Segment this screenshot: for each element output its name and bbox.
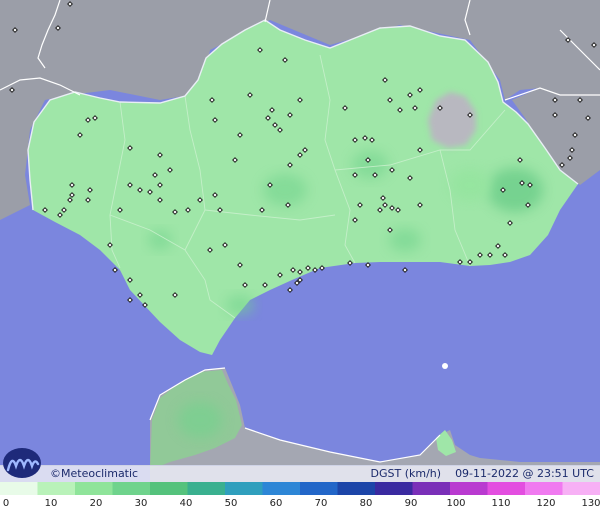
meteoclimatic-logo [3, 448, 41, 478]
legend-swatch [375, 482, 414, 495]
legend-swatch [487, 482, 526, 495]
legend-swatch [37, 482, 76, 495]
legend-tick: 40 [179, 498, 193, 509]
legend-swatch [562, 482, 600, 495]
legend-swatch [525, 482, 564, 495]
legend-swatch [337, 482, 376, 495]
legend-tick: 100 [446, 498, 466, 509]
legend-tick: 20 [89, 498, 103, 509]
variable-label: DGST (km/h) [370, 467, 442, 480]
map-caption: DGST (km/h) 09-11-2022 @ 23:51 UTC [371, 467, 594, 480]
legend-swatch [187, 482, 226, 495]
legend-tick: 70 [314, 498, 328, 509]
legend-swatch [300, 482, 339, 495]
legend-tick: 110 [491, 498, 511, 509]
legend-swatch [450, 482, 489, 495]
legend-swatch [0, 482, 39, 495]
legend-tick: 10 [44, 498, 58, 509]
wind-gust-map[interactable] [0, 0, 600, 482]
legend-tick: 80 [359, 498, 373, 509]
timestamp-label: 09-11-2022 @ 23:51 UTC [455, 467, 594, 480]
legend-swatch [150, 482, 189, 495]
legend-swatch [225, 482, 264, 495]
legend-tick: 0 [2, 498, 10, 509]
legend-tick: 130 [581, 498, 600, 509]
legend-swatch [112, 482, 151, 495]
legend-color-bar [0, 482, 600, 495]
credit-text: ©Meteoclimatic [50, 467, 139, 480]
color-scale-legend: 0 10 20 30 40 50 60 70 80 90 100 110 120 130 [0, 482, 600, 517]
legend-tick: 120 [536, 498, 556, 509]
legend-swatch [412, 482, 451, 495]
island-marker [442, 363, 448, 369]
legend-swatch [75, 482, 114, 495]
legend-tick: 60 [269, 498, 283, 509]
legend-tick: 90 [404, 498, 418, 509]
legend-tick: 50 [224, 498, 238, 509]
legend-tick: 30 [134, 498, 148, 509]
legend-swatch [262, 482, 301, 495]
